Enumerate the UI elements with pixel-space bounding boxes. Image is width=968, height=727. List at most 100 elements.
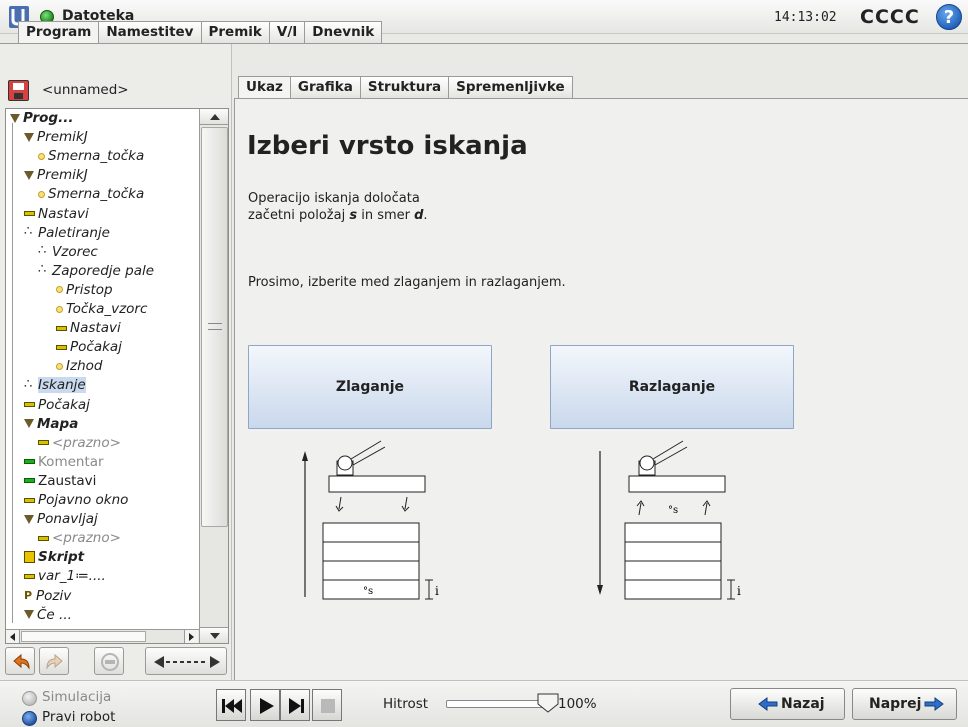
description-line-2: začetni položaj s in smer d. [248, 208, 428, 223]
tree-node[interactable]: Točka_vzorc [56, 300, 147, 319]
tree-node[interactable]: Ponavljaj [24, 510, 98, 529]
tree-node-label: Če ... [37, 606, 72, 623]
triangle-icon [24, 514, 34, 524]
stack-layer [624, 579, 722, 600]
stop-button[interactable] [312, 689, 342, 721]
description-text: in smer [357, 208, 415, 223]
real-robot-radio[interactable] [22, 711, 37, 726]
tree-node[interactable]: Pristop [56, 281, 113, 300]
program-tree: Prog... PremikJ Smerna_točka PremikJ Smerna_… [5, 108, 229, 644]
s-label: °s [363, 586, 373, 597]
vertical-scrollbar[interactable] [199, 109, 228, 643]
wait-icon [56, 344, 67, 350]
tree-node[interactable]: Zaporedje pale [38, 260, 155, 281]
next-button[interactable]: Naprej [852, 688, 957, 720]
tree-node[interactable]: Komentar [24, 453, 104, 472]
tree-node[interactable]: Smerna_točka [38, 185, 144, 204]
tab-graphics[interactable]: Grafika [289, 76, 361, 98]
tree-node-label: <prazno> [52, 530, 121, 547]
tree-node[interactable]: PremikJ [24, 128, 88, 147]
tree-node[interactable]: Pojavno okno [24, 491, 128, 510]
tree-node[interactable]: Mapa [24, 415, 78, 434]
back-label: Nazaj [781, 696, 825, 712]
stack-layer [322, 541, 420, 562]
skip-forward-icon [289, 698, 304, 714]
tree-node-label: Smerna_točka [48, 186, 145, 203]
suppress-button[interactable] [94, 647, 124, 675]
tree-node-label: Skript [38, 549, 85, 566]
speed-slider-thumb[interactable] [537, 693, 559, 713]
simulation-radio[interactable] [22, 691, 37, 706]
tab-command[interactable]: Ukaz [238, 76, 291, 99]
tree-node[interactable]: <prazno> [38, 434, 121, 453]
thickness-marker [425, 579, 433, 600]
move-node-button[interactable] [145, 647, 227, 675]
tree-node[interactable]: Počakaj [56, 338, 122, 357]
undo-icon [13, 653, 30, 670]
step-forward-button[interactable] [280, 689, 310, 721]
stack-layer [624, 541, 722, 562]
tree-node[interactable]: Počakaj [24, 396, 90, 415]
destacking-diagram: d °s i [597, 440, 741, 600]
help-icon[interactable]: ? [936, 4, 962, 30]
description-text: začetni položaj [248, 208, 350, 223]
stack-layer [322, 560, 420, 581]
tree-node[interactable]: Prog... [10, 109, 73, 128]
play-button[interactable] [250, 689, 280, 721]
tree-node-label: Zaporedje pale [52, 262, 155, 279]
tab-log[interactable]: Dnevnik [304, 21, 383, 43]
stack-layer [322, 522, 420, 543]
scroll-down-icon[interactable] [200, 627, 228, 643]
tab-io[interactable]: V/I [268, 21, 306, 43]
tab-move[interactable]: Premik [200, 21, 270, 43]
tree-node[interactable]: Nastavi [56, 319, 121, 338]
wait-icon [38, 535, 49, 541]
horizontal-scroll-thumb[interactable] [21, 631, 146, 642]
tree-node[interactable]: Izhod [56, 357, 102, 376]
main-tabs: Program Namestitev Premik V/I Dnevnik [18, 21, 383, 44]
play-icon [260, 698, 274, 714]
tree-node[interactable]: P Poziv [24, 587, 71, 606]
tree-node[interactable]: Smerna_točka [38, 147, 144, 166]
redo-button[interactable] [39, 647, 69, 675]
destacking-button[interactable]: Razlaganje [550, 345, 794, 429]
scroll-up-icon[interactable] [200, 109, 228, 125]
tree-connector [12, 123, 13, 623]
rewind-button[interactable] [216, 689, 246, 721]
tab-structure[interactable]: Struktura [359, 76, 450, 98]
back-button[interactable]: Nazaj [730, 688, 845, 720]
tree-node[interactable]: Paletiranje [24, 222, 110, 243]
scroll-right-icon[interactable] [184, 630, 198, 643]
tree-node-label: Pristop [66, 281, 113, 298]
undo-button[interactable] [5, 647, 35, 675]
suppress-icon [101, 653, 119, 671]
pallet-icon [38, 241, 49, 260]
tree-node[interactable]: Vzorec [38, 241, 98, 262]
scroll-thumb[interactable] [201, 127, 228, 527]
tree-node[interactable]: Iskanje [24, 375, 86, 395]
tab-program[interactable]: Program [18, 21, 100, 44]
tree-node[interactable]: Če ... [24, 606, 72, 625]
tab-installation[interactable]: Namestitev [98, 21, 202, 43]
tree-node-label: Iskanje [38, 377, 86, 394]
script-icon [24, 551, 35, 564]
tab-variables[interactable]: Spremenljivke [448, 76, 573, 98]
tool-joint [337, 455, 353, 471]
tree-node[interactable]: Nastavi [24, 205, 89, 224]
stacking-button[interactable]: Zlaganje [248, 345, 492, 429]
tree-node[interactable]: Zaustavi [24, 472, 96, 491]
down-arrow [335, 496, 344, 512]
call-icon: P [24, 588, 33, 602]
waypoint-icon [56, 362, 63, 370]
scroll-left-icon[interactable] [6, 630, 20, 643]
halt-icon [24, 478, 35, 484]
tree-node-label: Paletiranje [38, 224, 110, 241]
save-icon[interactable] [8, 80, 29, 101]
tree-node[interactable]: PremikJ [24, 166, 88, 185]
tree-node[interactable]: <prazno> [38, 529, 121, 548]
tree-node[interactable]: var_1≔.... [24, 567, 106, 586]
horizontal-scrollbar[interactable] [6, 629, 199, 643]
triangle-icon [24, 170, 34, 180]
tree-node[interactable]: Skript [24, 548, 84, 567]
stacking-diagram: d °s i [295, 440, 439, 600]
